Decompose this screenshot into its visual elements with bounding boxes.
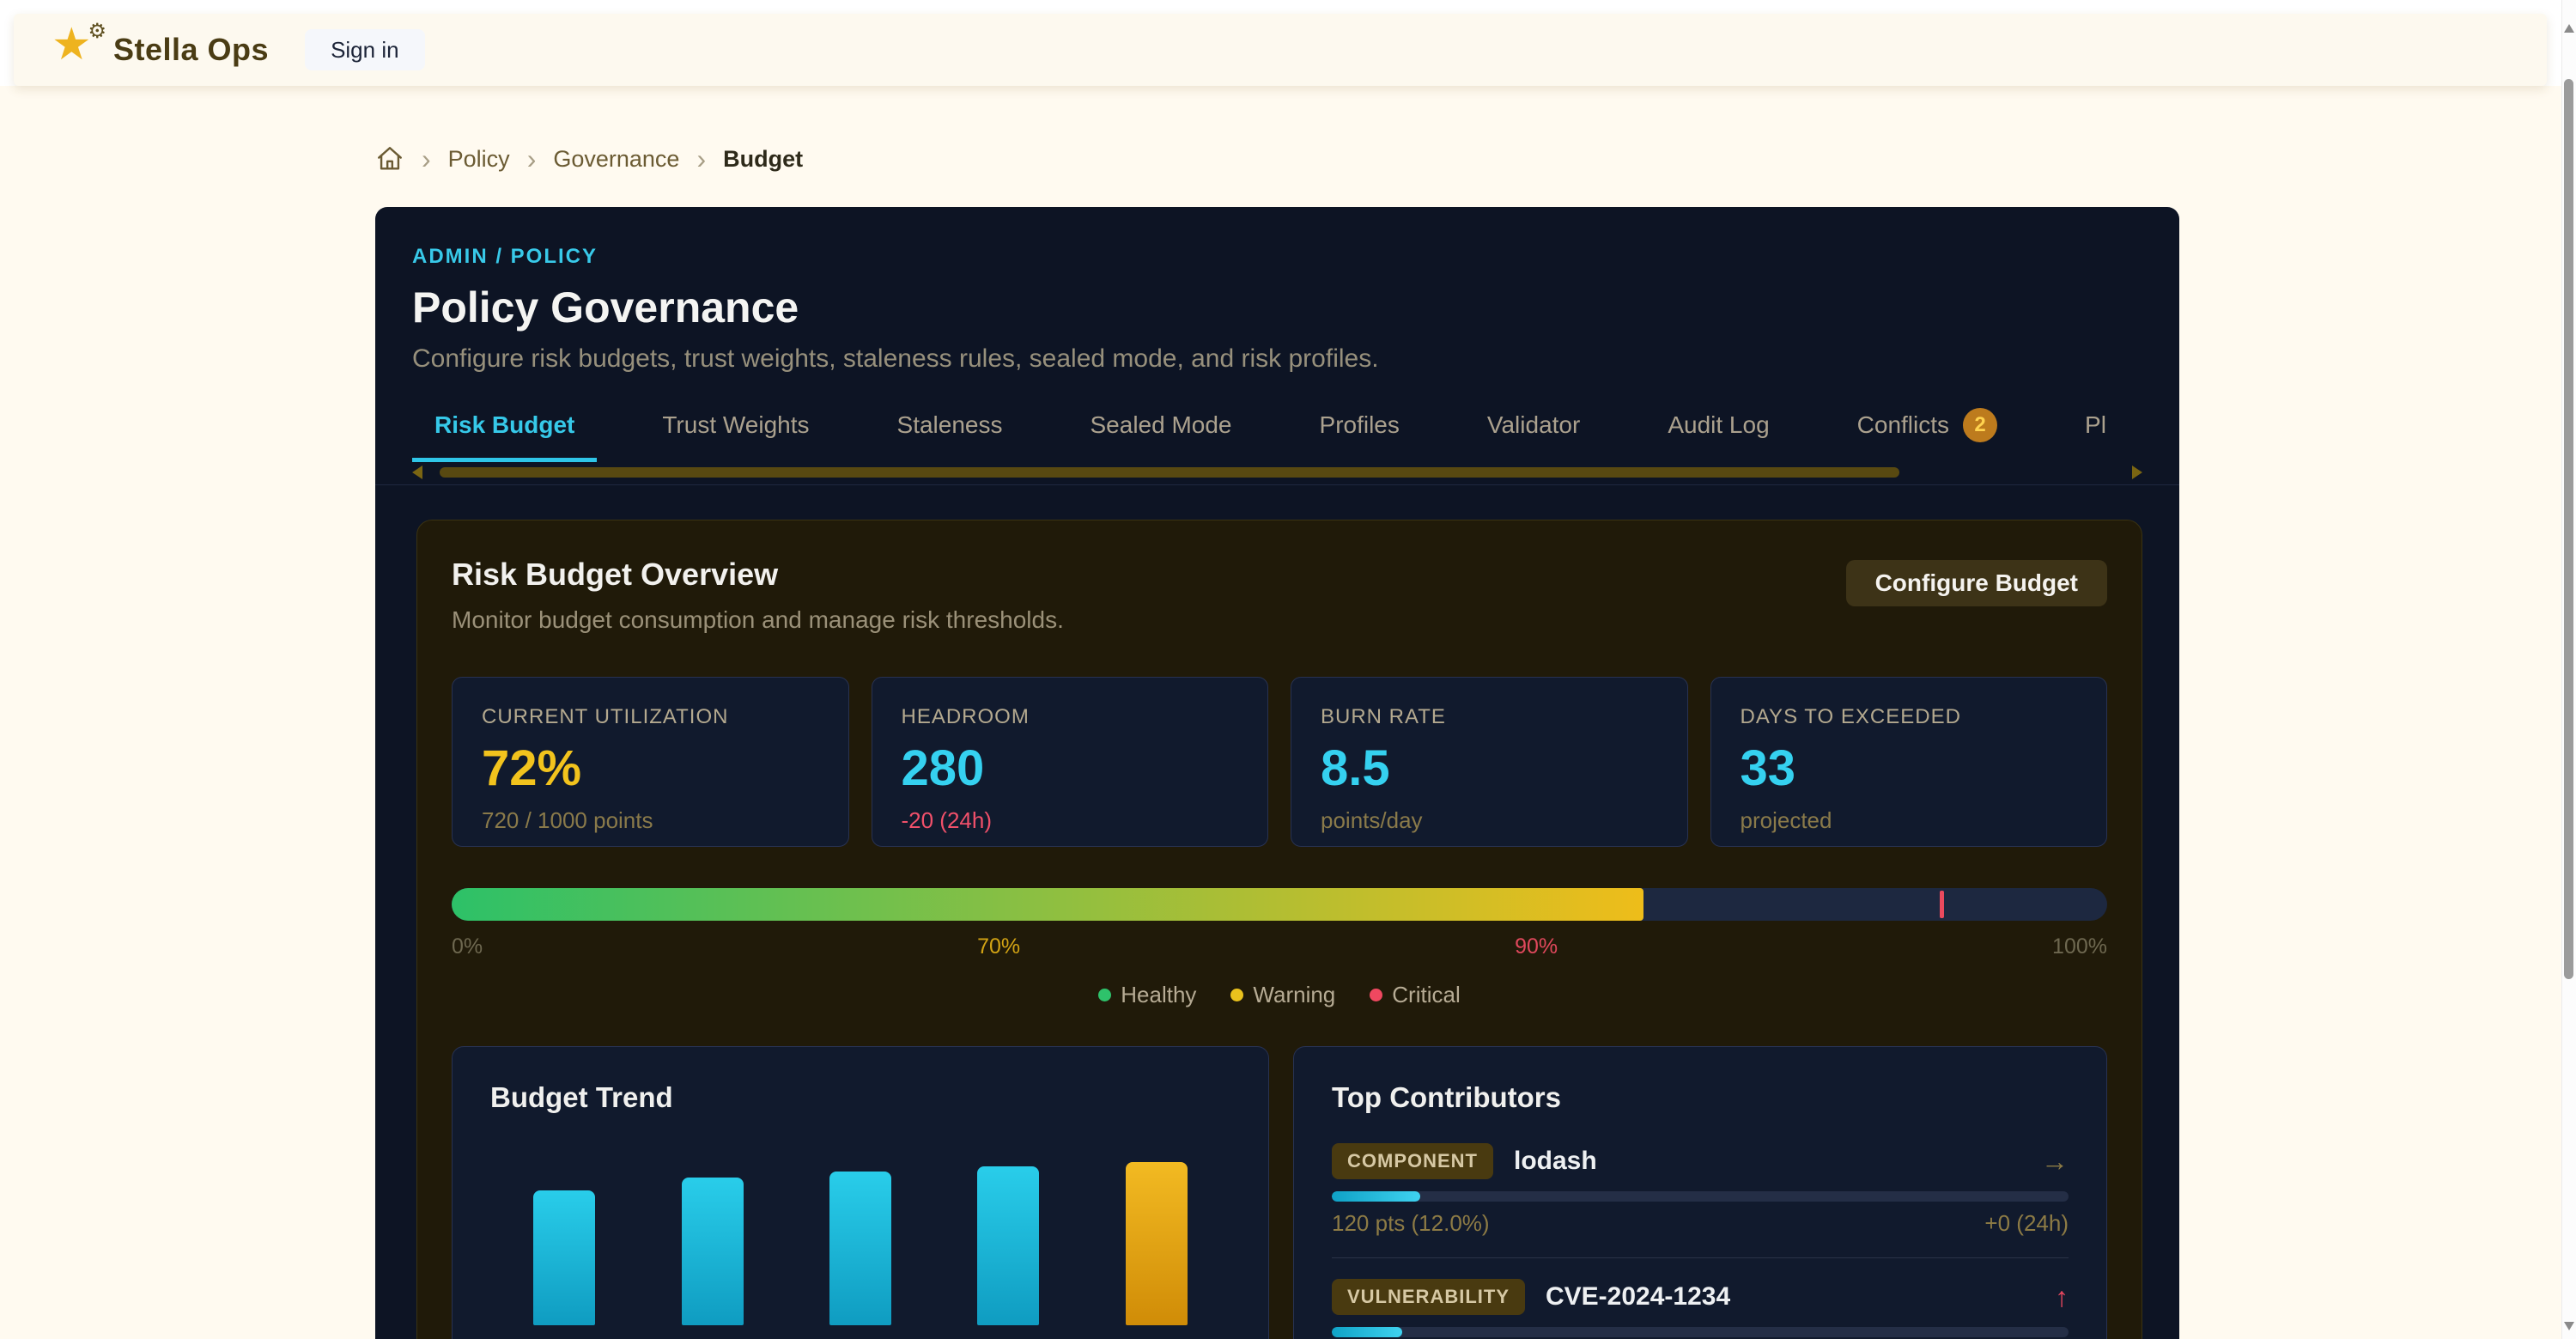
app-logo[interactable]: ⚙ ★ [52, 26, 100, 74]
threshold-70: 70% [977, 934, 1020, 959]
stat-card-row: CURRENT UTILIZATION 72% 720 / 1000 point… [452, 677, 2107, 847]
legend-critical: Critical [1370, 982, 1460, 1008]
contributor-item[interactable]: VULNERABILITY CVE-2024-1234 ↑ 95 pts (9.… [1332, 1279, 2069, 1339]
stat-current-utilization: CURRENT UTILIZATION 72% 720 / 1000 point… [452, 677, 849, 847]
tabs-horizontal-scrollbar[interactable] [412, 466, 2142, 479]
stat-burn-rate: BURN RATE 8.5 points/day [1291, 677, 1688, 847]
chevron-right-icon: › [696, 146, 706, 172]
overview-subtitle: Monitor budget consumption and manage ri… [452, 606, 1064, 634]
chevron-right-icon: › [527, 146, 537, 172]
threshold-90: 90% [1515, 934, 1558, 959]
breadcrumb-policy[interactable]: Policy [448, 146, 510, 173]
page-subtitle: Configure risk budgets, trust weights, s… [412, 344, 2142, 374]
topbar: ⚙ ★ Stella Ops Sign in [14, 14, 2547, 86]
tab-profiles[interactable]: Profiles [1297, 408, 1422, 462]
overview-title: Risk Budget Overview [452, 557, 1064, 593]
critical-threshold-marker [1940, 891, 1944, 918]
stat-days-to-exceeded: DAYS TO EXCEEDED 33 projected [1710, 677, 2108, 847]
utilization-progress-section: 0% 70% 90% 100% Healthy Warning [452, 888, 2107, 1008]
threshold-100: 100% [2052, 934, 2107, 959]
viewport: ⚙ ★ Stella Ops Sign in › Policy › Govern… [0, 0, 2576, 1339]
legend-healthy: Healthy [1098, 982, 1196, 1008]
section-eyebrow: ADMIN / POLICY [412, 245, 2142, 269]
trend-bar [533, 1190, 595, 1325]
healthy-dot-icon [1098, 989, 1111, 1001]
tab-sealed-mode[interactable]: Sealed Mode [1068, 408, 1255, 462]
tabs-divider [375, 484, 2179, 485]
conflicts-count-badge: 2 [1963, 408, 1997, 442]
contributor-bar [1332, 1327, 2069, 1337]
threshold-labels: 0% 70% 90% 100% [452, 934, 2107, 959]
trend-bar [1126, 1162, 1188, 1325]
contributor-bar [1332, 1191, 2069, 1202]
critical-dot-icon [1370, 989, 1382, 1001]
trend-flat-arrow-icon[interactable]: → [2041, 1146, 2069, 1178]
policy-governance-panel: ADMIN / POLICY Policy Governance Configu… [375, 207, 2179, 1339]
hscrollbar-track[interactable] [429, 466, 2125, 478]
tab-bar: Risk Budget Trust Weights Staleness Seal… [412, 408, 2142, 462]
status-legend: Healthy Warning Critical [452, 982, 2107, 1008]
type-badge: VULNERABILITY [1332, 1279, 1525, 1315]
utilization-progress-bar [452, 888, 2107, 921]
tab-clipped[interactable]: Pl [2063, 408, 2129, 462]
top-contributors-card: Top Contributors COMPONENT lodash → [1293, 1046, 2107, 1339]
vertical-scrollbar[interactable] [2561, 0, 2576, 1339]
risk-budget-overview-card: Risk Budget Overview Monitor budget cons… [416, 520, 2142, 1339]
sign-in-button[interactable]: Sign in [305, 29, 425, 70]
budget-trend-card: Budget Trend 12/1 12/8 12/15 1 [452, 1046, 1269, 1339]
scroll-up-arrow-icon[interactable] [2564, 24, 2574, 33]
tab-trust-weights[interactable]: Trust Weights [640, 408, 831, 462]
warning-dot-icon [1230, 989, 1243, 1001]
contributor-delta: +0 (24h) [1984, 1210, 2069, 1237]
page-title: Policy Governance [412, 283, 2142, 332]
stat-headroom: HEADROOM 280 -20 (24h) [872, 677, 1269, 847]
breadcrumb-governance[interactable]: Governance [553, 146, 679, 173]
tab-validator[interactable]: Validator [1465, 408, 1602, 462]
trend-bar [682, 1178, 744, 1325]
scroll-left-arrow-icon[interactable] [412, 466, 422, 479]
tab-audit-log[interactable]: Audit Log [1645, 408, 1791, 462]
contributor-item[interactable]: COMPONENT lodash → 120 pts (12.0%) +0 (2… [1332, 1143, 2069, 1237]
tab-risk-budget[interactable]: Risk Budget [412, 408, 597, 462]
divider [1332, 1257, 2069, 1258]
contributor-name: lodash [1514, 1147, 1597, 1176]
utilization-progress-fill [452, 888, 1643, 921]
budget-trend-title: Budget Trend [490, 1081, 1230, 1114]
tab-conflicts[interactable]: Conflicts 2 [1835, 408, 2020, 462]
star-mascot-icon: ★ [52, 21, 92, 69]
threshold-0: 0% [452, 934, 483, 959]
scroll-right-arrow-icon[interactable] [2132, 466, 2142, 479]
scroll-down-arrow-icon[interactable] [2564, 1322, 2574, 1330]
chevron-right-icon: › [422, 146, 431, 172]
type-badge: COMPONENT [1332, 1143, 1493, 1179]
hscrollbar-thumb[interactable] [440, 467, 1899, 478]
tab-staleness[interactable]: Staleness [875, 408, 1025, 462]
legend-warning: Warning [1230, 982, 1335, 1008]
app-title: Stella Ops [113, 32, 269, 68]
vscrollbar-thumb[interactable] [2564, 79, 2573, 979]
breadcrumb: › Policy › Governance › Budget [375, 137, 803, 180]
trend-bar [829, 1172, 891, 1325]
home-icon[interactable] [375, 144, 404, 173]
trend-up-arrow-icon[interactable]: ↑ [2055, 1281, 2069, 1313]
contributor-points: 120 pts (12.0%) [1332, 1210, 1490, 1237]
top-contributors-title: Top Contributors [1332, 1081, 2069, 1114]
breadcrumb-budget: Budget [723, 146, 803, 173]
configure-budget-button[interactable]: Configure Budget [1846, 560, 2107, 606]
contributor-name: CVE-2024-1234 [1546, 1282, 1730, 1312]
trend-bar [977, 1166, 1039, 1325]
budget-trend-chart [490, 1145, 1230, 1325]
